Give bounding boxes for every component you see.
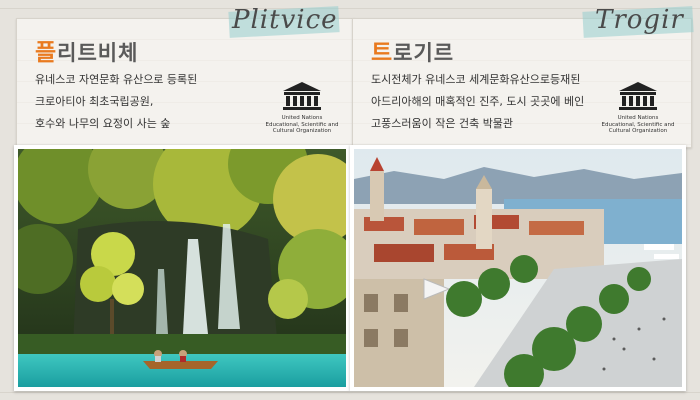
waterfall-lake-photo: [14, 145, 350, 391]
title-rest: 리트비체: [57, 41, 139, 65]
logo-caption-line: Cultural Organization: [272, 128, 332, 134]
logo-caption-line: Cultural Organization: [608, 128, 668, 134]
card-script-title: Plitvice: [232, 5, 338, 35]
card-script-title: Trogir: [595, 5, 684, 35]
title-first-letter: 플: [35, 40, 58, 66]
card-description: 유네스코 자연문화 유산으로 등록된 크로아티아 최초국립공원, 호수와 나무의…: [35, 69, 285, 135]
description-line: 호수와 나무의 요정이 사는 숲: [35, 117, 171, 130]
description-line: 도시전체가 유네스코 세계문화유산으로등재된: [371, 73, 581, 86]
description-line: 아드리아해의 매혹적인 진주, 도시 곳곳에 베인: [371, 95, 585, 108]
card-description: 도시전체가 유네스코 세계문화유산으로등재된 아드리아해의 매혹적인 진주, 도…: [371, 69, 621, 135]
title-rest: 로기르: [393, 41, 455, 65]
title-first-letter: 트: [371, 40, 394, 66]
description-line: 고풍스러움이 작은 건축 박물관: [371, 117, 514, 130]
unesco-temple-icon: [619, 82, 657, 110]
coastal-town-photo: [350, 145, 686, 391]
description-line: 유네스코 자연문화 유산으로 등록된: [35, 73, 198, 86]
card-title: 트로기르: [371, 33, 454, 67]
trogir-card: Trogir 트로기르 도시전체가 유네스코 세계문화유산으로등재된 아드리아해…: [352, 5, 694, 148]
unesco-logo: United Nations Educational, Scientific a…: [599, 81, 677, 135]
description-line: 크로아티아 최초국립공원,: [35, 95, 154, 108]
plitvice-card: Plitvice 플리트비체 유네스코 자연문화 유산으로 등록된 크로아티아 …: [16, 5, 356, 148]
unesco-temple-icon: [283, 82, 321, 110]
card-title: 플리트비체: [35, 33, 138, 67]
unesco-logo: United Nations Educational, Scientific a…: [263, 81, 341, 135]
